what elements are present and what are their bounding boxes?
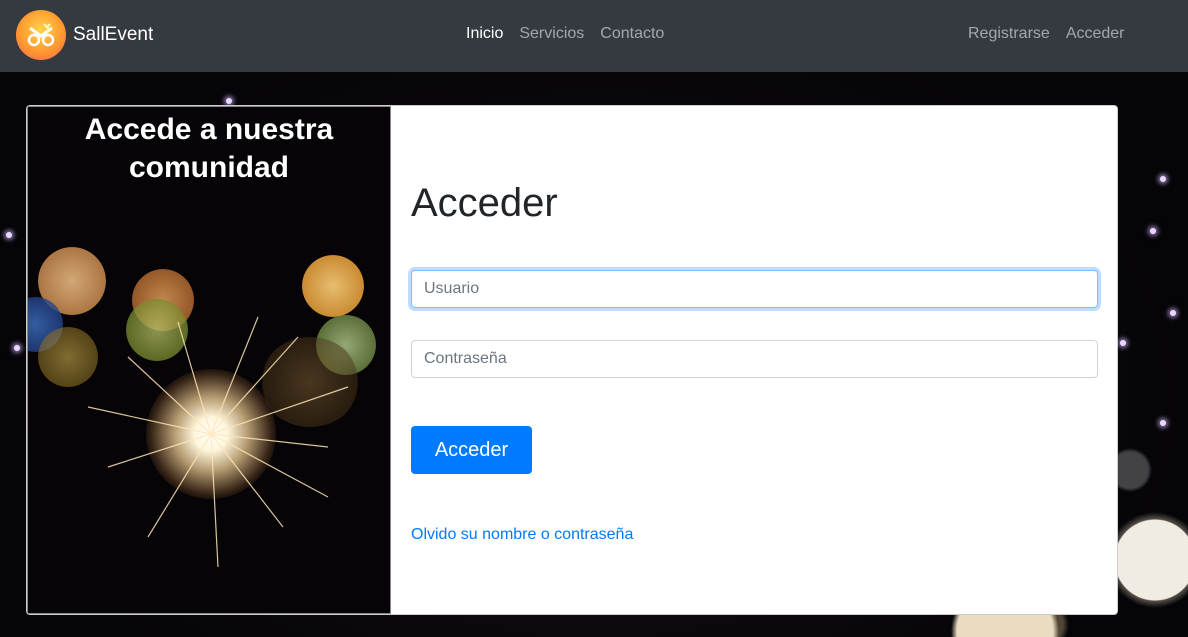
main-nav: Inicio Servicios Contacto bbox=[466, 25, 664, 43]
bokeh-light bbox=[1120, 340, 1126, 346]
login-card: Accede a nuestra comunidad Acceder Acced… bbox=[26, 105, 1118, 615]
promo-title-line1: Accede a nuestra bbox=[84, 113, 334, 146]
bokeh-light bbox=[226, 98, 232, 104]
promo-title-line2: comunidad bbox=[128, 151, 289, 184]
account-nav: Registrarse Acceder bbox=[968, 25, 1125, 43]
login-button[interactable]: Acceder bbox=[411, 426, 532, 474]
nav-link-acceder[interactable]: Acceder bbox=[1066, 25, 1125, 43]
bokeh-light bbox=[1160, 176, 1166, 182]
promo-title: Accede a nuestra comunidad bbox=[28, 111, 390, 187]
bokeh-light bbox=[6, 232, 12, 238]
nav-link-contacto[interactable]: Contacto bbox=[600, 25, 664, 43]
logo-icon bbox=[16, 10, 66, 60]
bokeh-light bbox=[1150, 228, 1156, 234]
forgot-password-link[interactable]: Olvido su nombre o contraseña bbox=[411, 526, 633, 544]
top-navbar: SallEvent Inicio Servicios Contacto Regi… bbox=[0, 0, 1188, 72]
brand[interactable]: SallEvent bbox=[16, 10, 153, 60]
nav-link-servicios[interactable]: Servicios bbox=[519, 25, 584, 43]
form-heading: Acceder bbox=[411, 181, 558, 225]
brand-name: SallEvent bbox=[73, 24, 154, 45]
bokeh-light bbox=[1160, 420, 1166, 426]
username-input[interactable] bbox=[411, 270, 1098, 308]
bokeh-light bbox=[14, 345, 20, 351]
promo-panel: Accede a nuestra comunidad bbox=[27, 106, 391, 614]
password-input[interactable] bbox=[411, 340, 1098, 378]
login-form: Acceder Acceder Olvido su nombre o contr… bbox=[391, 106, 1117, 614]
bokeh-light bbox=[1170, 310, 1176, 316]
nav-link-inicio[interactable]: Inicio bbox=[466, 25, 503, 43]
nav-link-registrarse[interactable]: Registrarse bbox=[968, 25, 1050, 43]
